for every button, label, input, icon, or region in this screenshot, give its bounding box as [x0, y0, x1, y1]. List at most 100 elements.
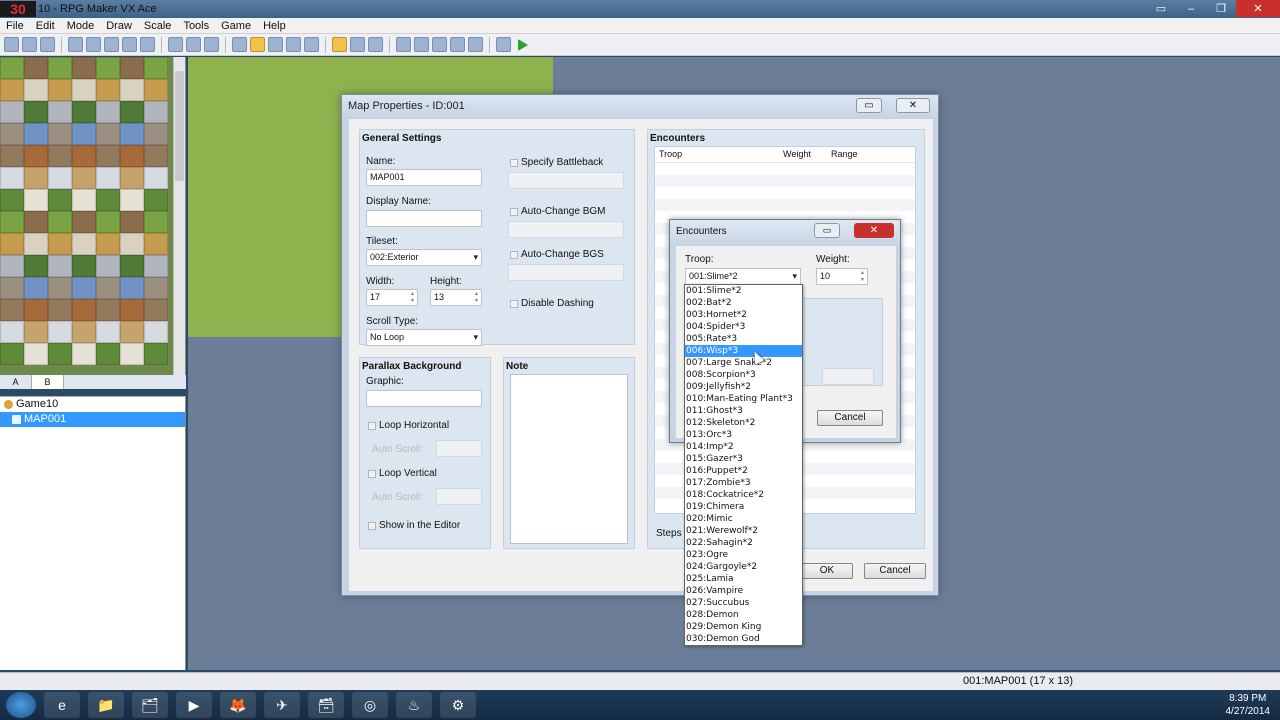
tree-root[interactable]: Game10: [0, 397, 185, 412]
menu-help[interactable]: Help: [257, 20, 292, 32]
list-item[interactable]: 015:Gazer*3: [685, 453, 802, 465]
list-item[interactable]: 021:Werewolf*2: [685, 525, 802, 537]
tile[interactable]: [96, 145, 120, 167]
menu-edit[interactable]: Edit: [30, 20, 61, 32]
script-editor-icon[interactable]: [432, 37, 447, 52]
tile[interactable]: [96, 233, 120, 255]
tile[interactable]: [120, 123, 144, 145]
tile[interactable]: [144, 255, 168, 277]
new-project-icon[interactable]: [4, 37, 19, 52]
maximize-icon[interactable]: ▭: [856, 98, 882, 113]
tile[interactable]: [96, 255, 120, 277]
rectangle-icon[interactable]: [250, 37, 265, 52]
tile[interactable]: [120, 189, 144, 211]
menu-mode[interactable]: Mode: [61, 20, 101, 32]
cancel-button[interactable]: Cancel: [817, 410, 883, 426]
save-project-icon[interactable]: [40, 37, 55, 52]
menu-tools[interactable]: Tools: [177, 20, 215, 32]
tile[interactable]: [144, 79, 168, 101]
checkbox-box[interactable]: [368, 421, 376, 430]
show-in-editor-checkbox[interactable]: Show in the Editor: [368, 520, 460, 531]
list-item[interactable]: 014:Imp*2: [685, 441, 802, 453]
menu-scale[interactable]: Scale: [138, 20, 178, 32]
tile[interactable]: [24, 79, 48, 101]
tile[interactable]: [120, 167, 144, 189]
checkbox-box[interactable]: [510, 207, 518, 216]
note-textarea[interactable]: [510, 374, 628, 544]
menu-draw[interactable]: Draw: [100, 20, 138, 32]
tile[interactable]: [72, 79, 96, 101]
table-row[interactable]: [655, 163, 915, 175]
list-item[interactable]: 005:Rate*3: [685, 333, 802, 345]
list-item[interactable]: 006:Wisp*3: [685, 345, 802, 357]
map-mode-icon[interactable]: [168, 37, 183, 52]
tile[interactable]: [48, 189, 72, 211]
tile[interactable]: [120, 57, 144, 79]
tile[interactable]: [96, 79, 120, 101]
tile[interactable]: [144, 277, 168, 299]
tile[interactable]: [48, 167, 72, 189]
list-item[interactable]: 003:Hornet*2: [685, 309, 802, 321]
tile[interactable]: [144, 321, 168, 343]
copy-icon[interactable]: [86, 37, 101, 52]
tile-grid[interactable]: [0, 57, 172, 365]
database-icon[interactable]: [396, 37, 411, 52]
menu-game[interactable]: Game: [215, 20, 257, 32]
explorer-icon[interactable]: 📁: [88, 692, 124, 718]
tile[interactable]: [72, 101, 96, 123]
tile[interactable]: [24, 167, 48, 189]
tile[interactable]: [120, 233, 144, 255]
checkbox-box[interactable]: [510, 250, 518, 259]
checkbox-box[interactable]: [510, 299, 518, 308]
tile[interactable]: [0, 123, 24, 145]
zoom-1-4-icon[interactable]: [368, 37, 383, 52]
tile[interactable]: [144, 101, 168, 123]
minimize-button[interactable]: –: [1176, 0, 1206, 17]
list-item[interactable]: 016:Puppet*2: [685, 465, 802, 477]
playtest-icon[interactable]: [518, 38, 528, 51]
paste-icon[interactable]: [104, 37, 119, 52]
table-row[interactable]: [655, 187, 915, 199]
tile[interactable]: [48, 299, 72, 321]
tile[interactable]: [48, 233, 72, 255]
tile[interactable]: [0, 145, 24, 167]
list-item[interactable]: 029:Demon King: [685, 621, 802, 633]
list-item[interactable]: 030:Demon God: [685, 633, 802, 645]
sound-test-icon[interactable]: [450, 37, 465, 52]
tile[interactable]: [48, 145, 72, 167]
close-button[interactable]: ✕: [1236, 0, 1280, 17]
width-stepper[interactable]: 17: [366, 289, 418, 306]
tile[interactable]: [24, 189, 48, 211]
list-item[interactable]: 007:Large Snake*2: [685, 357, 802, 369]
tile[interactable]: [120, 321, 144, 343]
tile[interactable]: [48, 343, 72, 365]
list-item[interactable]: 002:Bat*2: [685, 297, 802, 309]
troop-select[interactable]: 001:Slime*2: [685, 268, 801, 285]
tileset-select[interactable]: 002:Exterior: [366, 249, 482, 266]
table-row[interactable]: [655, 175, 915, 187]
open-project-icon[interactable]: [22, 37, 37, 52]
tile[interactable]: [144, 233, 168, 255]
palette-scrollbar[interactable]: [173, 57, 185, 375]
menu-file[interactable]: File: [0, 20, 30, 32]
tile[interactable]: [0, 321, 24, 343]
tile[interactable]: [72, 299, 96, 321]
tile[interactable]: [24, 255, 48, 277]
tile[interactable]: [96, 167, 120, 189]
cut-icon[interactable]: [68, 37, 83, 52]
tile[interactable]: [72, 255, 96, 277]
tile[interactable]: [48, 321, 72, 343]
folder-icon[interactable]: 🗂: [132, 692, 168, 718]
display-name-input[interactable]: [366, 210, 482, 227]
tile[interactable]: [48, 255, 72, 277]
jet-icon[interactable]: ✈: [264, 692, 300, 718]
list-item[interactable]: 018:Cockatrice*2: [685, 489, 802, 501]
checkbox-box[interactable]: [510, 158, 518, 167]
list-item[interactable]: 009:Jellyfish*2: [685, 381, 802, 393]
tab-b[interactable]: B: [32, 375, 64, 389]
tile[interactable]: [0, 189, 24, 211]
tile[interactable]: [48, 79, 72, 101]
list-item[interactable]: 025:Lamia: [685, 573, 802, 585]
region-mode-icon[interactable]: [204, 37, 219, 52]
tile[interactable]: [48, 101, 72, 123]
